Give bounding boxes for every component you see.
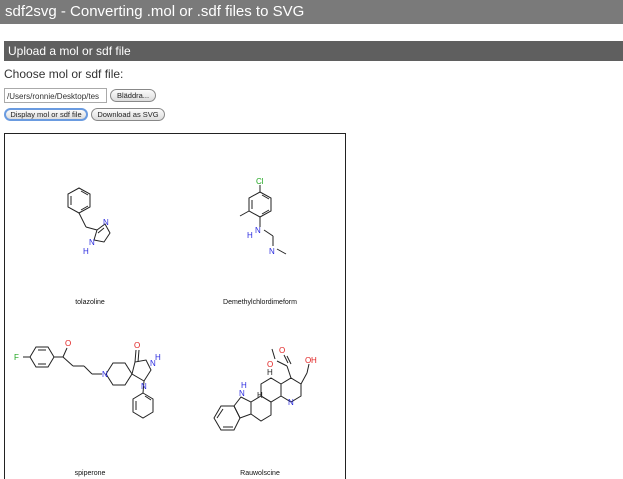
- molecule-demethylchlordimeform: [239, 185, 287, 255]
- atom-label-n: N: [239, 389, 245, 398]
- atom-label-h: H: [241, 381, 247, 390]
- molecule-name: Demethylchlordimeform: [223, 299, 297, 306]
- atom-label-h: H: [247, 231, 253, 240]
- molecule-name: Rauwolscine: [240, 470, 280, 477]
- svg-viewer: N H N Cl N H N F O N O N H N N H H N H O…: [4, 133, 346, 479]
- atom-label-n: N: [141, 382, 147, 391]
- molecule-rauwolscine: [213, 348, 310, 431]
- molecule-name: tolazoline: [75, 299, 105, 306]
- page-title: sdf2svg - Converting .mol or .sdf files …: [0, 0, 623, 24]
- atom-label-o: O: [134, 341, 140, 350]
- upload-section-header: Upload a mol or sdf file: [4, 41, 623, 61]
- atom-label-cl: Cl: [256, 177, 264, 186]
- molecule-spiperone: [23, 346, 154, 419]
- atom-label-f: F: [14, 353, 19, 362]
- atom-label-o: O: [65, 339, 71, 348]
- piperidine-ring: [105, 362, 133, 386]
- atom-label-n: N: [103, 218, 109, 227]
- atom-label-h: H: [267, 368, 273, 377]
- pyrrole-ring: [233, 396, 252, 419]
- atom-label-n: N: [89, 238, 95, 247]
- atom-label-n: N: [288, 398, 294, 407]
- molecule-tolazoline: [67, 187, 111, 243]
- imidazolidinone-ring: [131, 359, 152, 382]
- atom-label-n: N: [269, 247, 275, 256]
- atom-label-h: H: [257, 391, 263, 400]
- molecule-canvas: N H N Cl N H N F O N O N H N N H H N H O…: [14, 177, 317, 477]
- atom-label-o: O: [267, 360, 273, 369]
- atom-label-o: O: [279, 346, 285, 355]
- atom-label-n: N: [255, 226, 261, 235]
- molecule-name: spiperone: [75, 470, 106, 477]
- file-path-field[interactable]: /Users/ronnie/Desktop/tes: [4, 88, 107, 103]
- download-svg-button[interactable]: Download as SVG: [91, 108, 165, 121]
- quinolizidine-ring: [260, 377, 282, 403]
- browse-button[interactable]: Bläddra...: [110, 89, 156, 102]
- atom-label-h: H: [311, 356, 317, 365]
- atom-label-h: H: [83, 247, 89, 256]
- atom-label-n: N: [102, 370, 108, 379]
- choose-file-label: Choose mol or sdf file:: [4, 67, 124, 81]
- atom-label-h: H: [155, 353, 161, 362]
- display-file-button[interactable]: Display mol or sdf file: [4, 108, 88, 121]
